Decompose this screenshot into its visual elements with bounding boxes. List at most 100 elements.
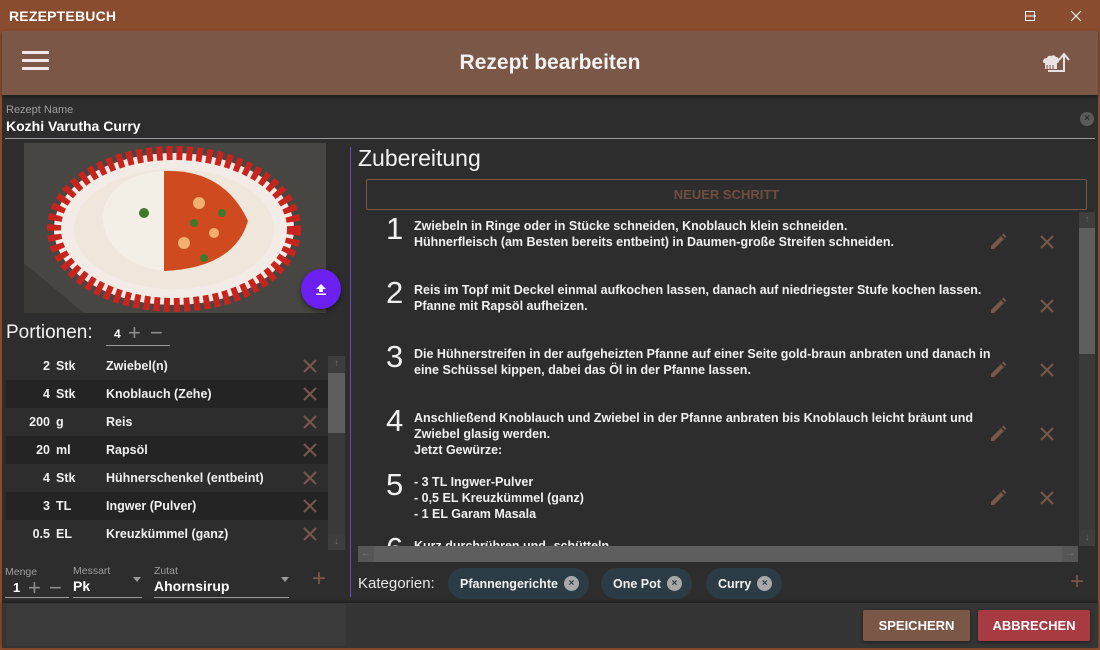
remove-category-icon[interactable]: × [666,576,682,591]
recipe-photo [24,143,326,313]
ingredient-name: Zwiebel(n) [106,359,168,373]
close-icon [303,359,317,373]
pencil-icon [991,489,1007,505]
ingredient-row: 4 Stk Knoblauch (Zehe) [6,380,328,408]
category-chip: One Pot × [601,568,692,599]
ingredient-amount: 2 [43,359,50,373]
scrollbar-thumb[interactable] [328,373,345,433]
remove-category-icon[interactable]: × [563,576,579,591]
delete-step-button[interactable] [1038,489,1056,507]
ingredient-select[interactable]: Ahornsirup [154,578,229,594]
amount-increase-button[interactable]: + [28,577,41,599]
edit-step-button[interactable] [988,488,1008,508]
delete-ingredient-button[interactable] [302,526,318,542]
delete-ingredient-button[interactable] [302,498,318,514]
scroll-right-arrow-icon[interactable]: → [1062,546,1078,562]
step-number: 4 [386,403,404,438]
scrollbar-thumb[interactable] [1079,228,1095,354]
edit-step-button[interactable] [988,296,1008,316]
add-category-button[interactable]: + [1070,570,1084,594]
close-icon [303,471,317,485]
edit-step-button[interactable] [988,424,1008,444]
ingredient-unit: g [56,415,64,429]
portions-increase-button[interactable]: + [128,322,141,344]
new-step-button[interactable]: NEUER SCHRITT [366,179,1087,210]
close-icon [1040,235,1054,249]
ingredient-underline [154,597,289,598]
portions-value[interactable]: 4 [114,327,121,341]
amount-input[interactable]: 1 [13,580,20,595]
step-number: 1 [386,212,404,246]
clear-name-button[interactable]: × [1080,112,1094,126]
section-divider [350,147,351,597]
portions-decrease-button[interactable]: − [150,320,163,345]
chevron-down-icon[interactable] [133,577,141,582]
cancel-button[interactable]: ABBRECHEN [978,610,1090,641]
scroll-down-arrow-icon[interactable]: ↓ [328,534,345,550]
ingredient-list-scrollbar[interactable]: ↑ ↓ [328,356,345,550]
ingredient-row: 4 Stk Hühnerschenkel (entbeint) [6,464,328,492]
recipe-name-label: Rezept Name [6,104,74,116]
scroll-left-arrow-icon[interactable]: ← [358,546,374,562]
recipe-name-underline [5,138,1095,139]
ingredient-name: Hühnerschenkel (entbeint) [106,471,264,485]
amount-decrease-button[interactable]: − [49,577,62,599]
maximize-icon [1025,10,1035,21]
step-text: Die Hühnerstreifen in der aufgeheizten P… [414,347,991,377]
delete-step-button[interactable] [1038,233,1056,251]
delete-ingredient-button[interactable] [302,470,318,486]
step-number: 3 [386,339,404,374]
category-chip: Curry × [706,568,783,599]
steps-list: 1 Zwiebeln in Ringe oder in Stücke schnei… [358,212,1078,546]
ingredient-unit: ml [56,443,71,457]
edit-step-button[interactable] [988,232,1008,252]
ingredient-unit: Stk [56,387,76,401]
minus-icon: − [150,320,163,345]
delete-ingredient-button[interactable] [302,442,318,458]
close-icon [1070,10,1082,21]
recipe-photo-image [24,143,326,313]
close-icon [303,387,317,401]
category-chip: Pfannengerichte × [448,568,589,599]
export-button[interactable] [1038,49,1074,77]
delete-ingredient-button[interactable] [302,386,318,402]
delete-step-button[interactable] [1038,425,1056,443]
step-text: - 3 TL Ingwer-Pulver - 0,5 EL Kreuzkümme… [414,475,584,521]
page-title: Rezept bearbeiten [459,51,641,74]
title-bar: REZEPTEBUCH [0,0,1100,31]
step-number: 5 [386,467,404,502]
delete-ingredient-button[interactable] [302,358,318,374]
steps-vertical-scrollbar[interactable]: ↑ ↓ [1079,212,1095,546]
categories-label: Kategorien: [358,575,435,592]
ingredient-amount: 4 [43,387,50,401]
delete-ingredient-button[interactable] [302,414,318,430]
window-title: REZEPTEBUCH [9,8,117,24]
step-text: Kurz durchrühren und -schütteln [414,539,610,546]
close-icon [303,415,317,429]
save-button[interactable]: SPEICHERN [863,610,970,641]
unit-select[interactable]: Pk [73,578,90,594]
maximize-button-area[interactable] [1007,0,1053,31]
upload-photo-button[interactable] [301,269,341,309]
recipe-name-input[interactable]: Kozhi Varutha Curry [6,118,141,134]
ingredient-row: 200 g Reis [6,408,328,436]
edit-step-button[interactable] [988,360,1008,380]
delete-step-button[interactable] [1038,361,1056,379]
steps-title: Zubereitung [358,145,481,171]
close-button[interactable] [1053,0,1099,31]
scroll-down-arrow-icon[interactable]: ↓ [1079,530,1095,546]
step-text: Zwiebeln in Ringe oder in Stücke schneid… [414,219,894,249]
chevron-down-icon[interactable] [281,577,289,582]
unit-label: Messart [73,565,111,577]
steps-horizontal-scrollbar[interactable]: ← → [358,546,1078,562]
ingredient-amount: 0.5 [32,527,50,541]
scroll-up-arrow-icon[interactable]: ↑ [1079,212,1095,228]
close-icon [303,443,317,457]
add-ingredient-button[interactable]: + [312,567,326,591]
remove-category-icon[interactable]: × [757,576,773,591]
category-chip-label: Curry [718,576,752,591]
delete-step-button[interactable] [1038,297,1056,315]
step-number: 2 [386,275,404,310]
app-bar: Rezept bearbeiten [2,31,1098,95]
scroll-up-arrow-icon[interactable]: ↑ [328,356,345,372]
